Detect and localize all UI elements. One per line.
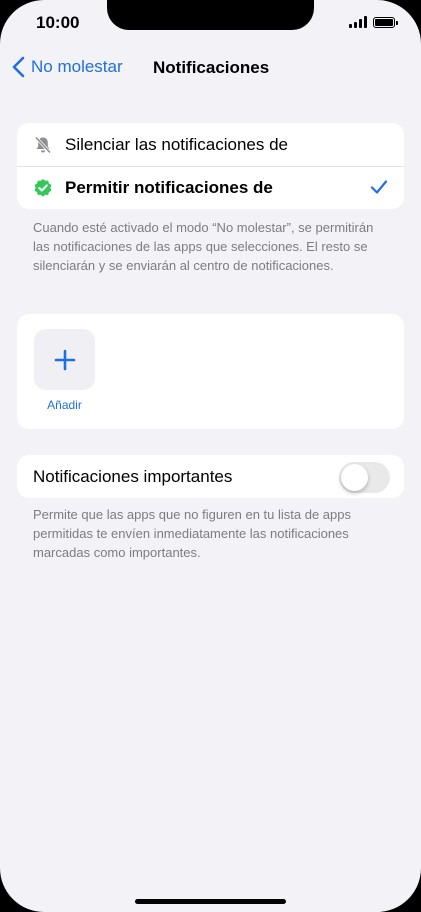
- add-app-label[interactable]: Añadir: [34, 398, 95, 412]
- important-toggle[interactable]: [339, 462, 390, 493]
- checkmark-icon: [370, 179, 388, 200]
- option-allow[interactable]: Permitir notificaciones de: [17, 166, 404, 209]
- cellular-signal-icon: [349, 16, 367, 28]
- chevron-left-icon: [12, 56, 25, 78]
- bell-slash-icon: [33, 135, 53, 155]
- option-allow-label: Permitir notificaciones de: [65, 178, 273, 197]
- back-button[interactable]: No molestar: [12, 56, 123, 78]
- add-app-button[interactable]: [34, 329, 95, 390]
- home-indicator[interactable]: [135, 899, 286, 904]
- option-silence-label: Silenciar las notificaciones de: [65, 134, 289, 154]
- notification-mode-group: Silenciar las notificaciones de Permitir…: [17, 123, 404, 209]
- status-icons: [349, 16, 398, 28]
- important-group: Notificaciones importantes: [17, 455, 404, 498]
- phone-screen: 10:00 No molestar Notificaciones Silenci…: [0, 0, 421, 912]
- toggle-knob: [341, 464, 368, 491]
- important-label: Notificaciones importantes: [33, 466, 233, 486]
- notch: [107, 0, 314, 30]
- back-label: No molestar: [31, 57, 123, 76]
- battery-icon: [373, 16, 398, 28]
- verified-badge-icon: [33, 178, 53, 198]
- allowed-apps-group: Añadir: [17, 314, 404, 429]
- plus-icon: [54, 349, 75, 370]
- mode-footnote: Cuando esté activado el modo “No molesta…: [33, 220, 374, 273]
- page-title: Notificaciones: [153, 58, 270, 77]
- important-footnote: Permite que las apps que no figuren en t…: [33, 507, 351, 560]
- option-silence[interactable]: Silenciar las notificaciones de: [17, 123, 404, 166]
- important-row: Notificaciones importantes: [17, 455, 404, 498]
- status-time: 10:00: [36, 13, 80, 32]
